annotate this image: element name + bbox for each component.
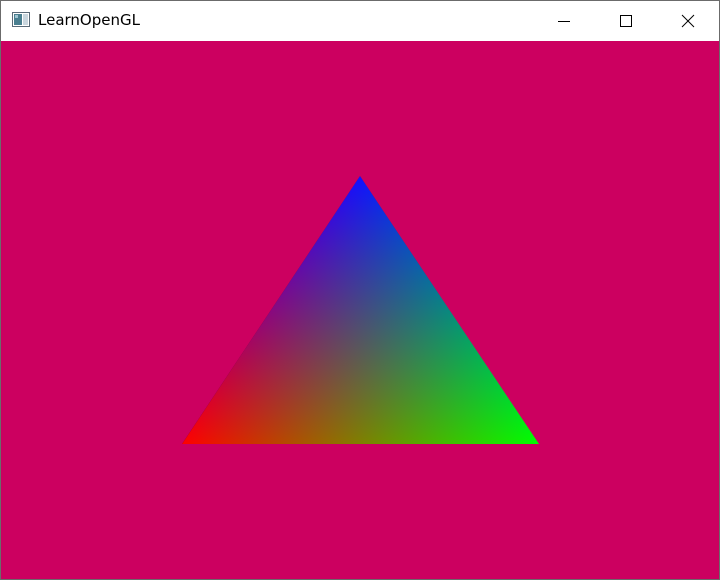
minimize-button[interactable] [533, 1, 595, 40]
maximize-button[interactable] [595, 1, 657, 40]
title-bar[interactable]: LearnOpenGL [1, 1, 719, 40]
rgb-triangle [182, 176, 539, 444]
opengl-viewport [1, 41, 719, 579]
close-icon [681, 14, 695, 27]
app-window: LearnOpenGL [0, 0, 720, 580]
minimize-icon [558, 20, 570, 22]
maximize-icon [620, 14, 632, 27]
window-title: LearnOpenGL [38, 11, 140, 29]
app-icon [12, 12, 30, 27]
render-surface [182, 176, 539, 444]
close-button[interactable] [657, 1, 719, 40]
